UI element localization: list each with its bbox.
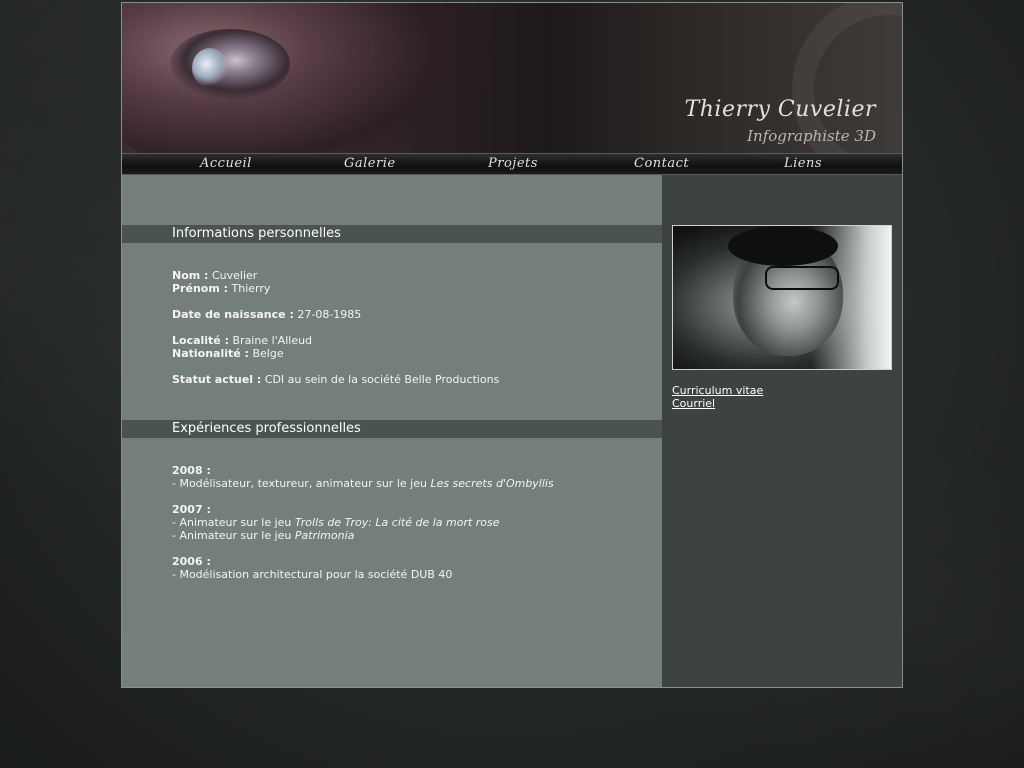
info-nom-value: Cuvelier	[211, 269, 258, 282]
info-nationalite-value: Belge	[252, 347, 284, 360]
experience-list: 2008 : - Modélisateur, textureur, animat…	[172, 464, 554, 581]
experience-game-title: Trolls de Troy: La cité de la mort rose	[294, 516, 500, 529]
info-naissance: Date de naissance : 27-08-1985	[172, 308, 499, 321]
section-experience-title: Expériences professionnelles	[172, 421, 361, 436]
section-personal-title: Informations personnelles	[172, 226, 341, 241]
info-nom-label: Nom :	[172, 269, 209, 282]
experience-item: - Modélisateur, textureur, animateur sur…	[172, 477, 554, 490]
experience-item-text: - Modélisation architectural pour la soc…	[172, 568, 453, 581]
photo-hair	[728, 226, 838, 266]
section-experience-header: Expériences professionnelles	[122, 420, 662, 438]
nav-accueil[interactable]: Accueil	[200, 155, 252, 173]
nav-liens[interactable]: Liens	[784, 155, 822, 173]
year-2007-label: 2007 :	[172, 503, 211, 516]
banner-eye-artwork	[170, 29, 290, 99]
nav-galerie[interactable]: Galerie	[344, 155, 396, 173]
info-prenom-value: Thierry	[231, 282, 271, 295]
experience-game-title: Patrimonia	[294, 529, 355, 542]
main-nav: Accueil Galerie Projets Contact Liens	[122, 153, 902, 175]
year-2008-label: 2008 :	[172, 464, 211, 477]
personal-info: Nom : Cuvelier Prénom : Thierry Date de …	[172, 269, 499, 386]
banner-eye-highlight	[192, 48, 228, 88]
year-2006-label: 2006 :	[172, 555, 211, 568]
info-localite-value: Braine l'Alleud	[232, 334, 313, 347]
info-statut: Statut actuel : CDI au sein de la sociét…	[172, 373, 499, 386]
section-personal-header: Informations personnelles	[122, 225, 662, 243]
site-frame: Thierry Cuvelier Infographiste 3D Accuei…	[121, 2, 903, 688]
info-nationalite-label: Nationalité :	[172, 347, 249, 360]
info-prenom-label: Prénom :	[172, 282, 229, 295]
site-title: Thierry Cuvelier	[684, 97, 876, 122]
experience-year-2007: 2007 :	[172, 503, 554, 516]
main-content: Informations personnelles Nom : Cuvelier…	[122, 175, 662, 687]
info-prenom: Prénom : Thierry	[172, 282, 499, 295]
info-naissance-value: 27-08-1985	[297, 308, 362, 321]
info-naissance-label: Date de naissance :	[172, 308, 294, 321]
experience-game-title: Les secrets d'Ombyllis	[430, 477, 554, 490]
experience-year-2006: 2006 :	[172, 555, 554, 568]
experience-item: - Animateur sur le jeu Patrimonia	[172, 529, 554, 542]
header-banner: Thierry Cuvelier Infographiste 3D	[122, 3, 902, 153]
info-localite: Localité : Braine l'Alleud	[172, 334, 499, 347]
info-statut-value: CDI au sein de la société Belle Producti…	[264, 373, 500, 386]
nav-projets[interactable]: Projets	[488, 155, 538, 173]
info-nom: Nom : Cuvelier	[172, 269, 499, 282]
experience-item-text: - Animateur sur le jeu	[172, 516, 295, 529]
profile-photo	[672, 225, 892, 370]
experience-item: - Modélisation architectural pour la soc…	[172, 568, 554, 581]
nav-contact[interactable]: Contact	[634, 155, 689, 173]
info-statut-label: Statut actuel :	[172, 373, 262, 386]
experience-item: - Animateur sur le jeu Trolls de Troy: L…	[172, 516, 554, 529]
cv-link[interactable]: Curriculum vitae	[672, 384, 763, 397]
photo-glasses	[765, 266, 839, 290]
experience-item-text: - Animateur sur le jeu	[172, 529, 295, 542]
sidebar: Curriculum vitae Courriel	[662, 175, 902, 687]
email-link[interactable]: Courriel	[672, 397, 715, 410]
site-subtitle: Infographiste 3D	[747, 127, 876, 145]
info-nationalite: Nationalité : Belge	[172, 347, 499, 360]
info-localite-label: Localité :	[172, 334, 229, 347]
experience-year-2008: 2008 :	[172, 464, 554, 477]
experience-item-text: - Modélisateur, textureur, animateur sur…	[172, 477, 431, 490]
